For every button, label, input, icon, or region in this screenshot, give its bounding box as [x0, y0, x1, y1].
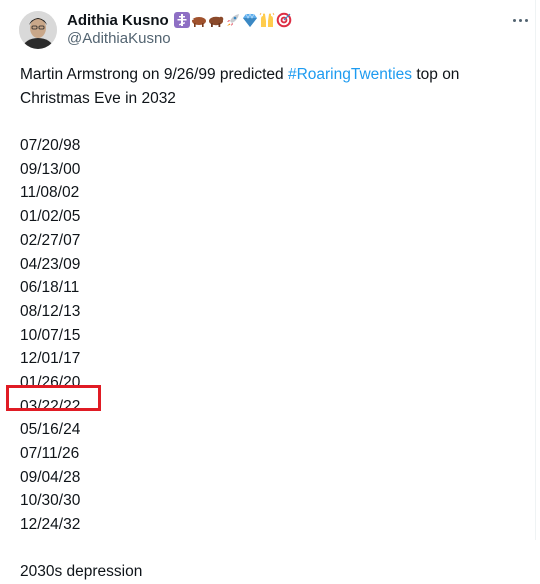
tweet-intro: Martin Armstrong on 9/26/99 predicted #R… — [20, 63, 460, 110]
name-row: Adithia Kusno — [67, 10, 292, 30]
closing-text: 2030s depression — [20, 563, 143, 581]
date-item: 06/18/11 — [20, 279, 80, 297]
date-item: 08/12/13 — [20, 302, 81, 320]
date-item: 11/08/02 — [20, 184, 80, 202]
user-handle[interactable]: @AdithiaKusno — [67, 30, 292, 48]
more-options-icon[interactable] — [508, 12, 532, 28]
highlighted-date: 05/16/24 — [20, 421, 81, 439]
rocket-icon — [226, 14, 239, 26]
tweet-card: Adithia Kusno @AdithiaKusno Martin Armst… — [0, 0, 536, 580]
date-item: 09/13/00 — [20, 160, 81, 178]
avatar-photo-icon — [19, 11, 57, 49]
bull-icon — [191, 17, 206, 27]
raising-hands-icon — [259, 12, 275, 27]
avatar[interactable] — [19, 11, 57, 49]
orthodox-cross-icon — [173, 12, 190, 28]
tweet-body: Martin Armstrong on 9/26/99 predicted #R… — [20, 63, 460, 584]
date-item: 07/11/26 — [20, 445, 80, 463]
date-item: 02/27/07 — [20, 231, 81, 249]
date-item: 10/07/15 — [20, 326, 81, 344]
date-item: 10/30/30 — [20, 492, 81, 510]
date-item: 07/20/98 — [20, 137, 81, 155]
date-item: 04/23/09 — [20, 255, 81, 273]
bear-icon — [208, 16, 223, 27]
gem-icon — [242, 13, 257, 27]
date-item: 09/04/28 — [20, 468, 81, 486]
name-emojis — [173, 12, 292, 28]
date-list: 07/20/98 09/13/00 11/08/02 01/02/05 02/27/07… — [20, 134, 460, 537]
display-name[interactable]: Adithia Kusno — [67, 12, 169, 29]
highlight-box — [6, 385, 101, 411]
intro-text: Martin Armstrong on 9/26/99 predicted — [20, 66, 288, 83]
hashtag-link[interactable]: #RoaringTwenties — [288, 66, 412, 83]
target-icon — [276, 12, 291, 28]
date-item: 12/01/17 — [20, 350, 81, 368]
date-item: 01/02/05 — [20, 208, 81, 226]
tweet-header: Adithia Kusno @AdithiaKusno — [67, 10, 292, 48]
date-item: 12/24/32 — [20, 516, 81, 534]
